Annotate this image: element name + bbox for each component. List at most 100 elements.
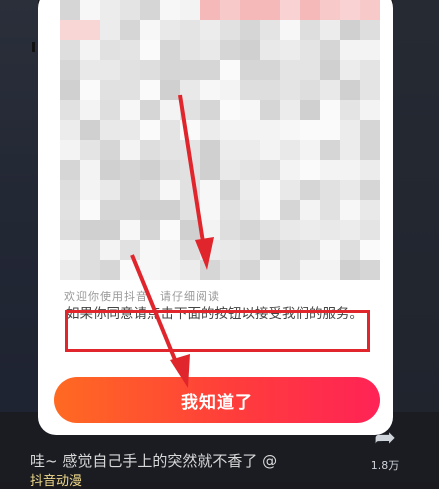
mosaic-tile	[80, 100, 100, 120]
mosaic-tile	[260, 120, 280, 140]
mosaic-tile	[180, 100, 200, 120]
mosaic-tile	[200, 240, 220, 260]
mosaic-tile	[220, 200, 240, 220]
mosaic-tile	[160, 80, 180, 100]
mosaic-tile	[300, 160, 320, 180]
mosaic-tile	[100, 120, 120, 140]
mosaic-tile	[100, 140, 120, 160]
mosaic-tile	[180, 120, 200, 140]
mosaic-tile	[80, 260, 100, 280]
mosaic-tile	[60, 20, 80, 40]
mosaic-tile	[280, 120, 300, 140]
mosaic-tile	[140, 220, 160, 240]
mosaic-tile	[260, 100, 280, 120]
mosaic-tile	[120, 20, 140, 40]
mosaic-tile	[320, 240, 340, 260]
mosaic-tile	[180, 20, 200, 40]
mosaic-tile	[220, 120, 240, 140]
mosaic-tile	[320, 120, 340, 140]
mosaic-tile	[260, 40, 280, 60]
video-caption: 哇~ 感觉自己手上的突然就不香了 @	[30, 452, 278, 470]
mosaic-tile	[260, 260, 280, 280]
mosaic-tile	[120, 0, 140, 20]
mosaic-tile	[360, 140, 380, 160]
mosaic-tile	[200, 60, 220, 80]
mosaic-tile	[160, 40, 180, 60]
mosaic-tile	[340, 260, 360, 280]
mosaic-tile	[140, 120, 160, 140]
mosaic-tile	[100, 260, 120, 280]
consent-text: 如果你同意请点击下面的按钮以接受我们的服务。	[66, 306, 363, 322]
mosaic-tile	[220, 160, 240, 180]
mosaic-tile	[260, 80, 280, 100]
mosaic-tile	[140, 0, 160, 20]
mosaic-tile	[280, 80, 300, 100]
mosaic-tile	[320, 80, 340, 100]
mosaic-tile	[160, 240, 180, 260]
mosaic-tile	[80, 120, 100, 140]
mosaic-tile	[240, 240, 260, 260]
mosaic-tile	[240, 140, 260, 160]
mosaic-tile	[300, 200, 320, 220]
mosaic-tile	[220, 140, 240, 160]
mosaic-tile	[240, 220, 260, 240]
mosaic-tile	[340, 180, 360, 200]
mosaic-tile	[160, 20, 180, 40]
share-button[interactable]: ➦ 1.8万	[365, 425, 405, 473]
mosaic-tile	[160, 140, 180, 160]
mosaic-tile	[60, 260, 80, 280]
mosaic-tile	[320, 60, 340, 80]
mosaic-tile	[300, 80, 320, 100]
mosaic-tile	[360, 100, 380, 120]
mosaic-tile	[360, 200, 380, 220]
mosaic-tile	[60, 0, 80, 20]
i-know-button[interactable]: 我知道了	[54, 377, 380, 423]
mosaic-tile	[200, 160, 220, 180]
mosaic-tile	[200, 40, 220, 60]
mosaic-tile	[160, 0, 180, 20]
mosaic-tile	[160, 160, 180, 180]
mosaic-tile	[180, 80, 200, 100]
mosaic-tile	[200, 260, 220, 280]
mosaic-tile	[180, 40, 200, 60]
mosaic-tile	[360, 160, 380, 180]
mosaic-tile	[120, 40, 140, 60]
pixelated-policy-content	[60, 0, 380, 290]
mosaic-tile	[280, 60, 300, 80]
mosaic-tile	[260, 200, 280, 220]
mosaic-tile	[60, 140, 80, 160]
mosaic-tile	[100, 220, 120, 240]
mosaic-tile	[300, 180, 320, 200]
mosaic-tile	[320, 160, 340, 180]
mosaic-tile	[360, 260, 380, 280]
mosaic-tile	[60, 120, 80, 140]
mosaic-tile	[220, 260, 240, 280]
mosaic-tile	[360, 20, 380, 40]
video-author[interactable]: 抖音动漫	[30, 470, 82, 489]
mosaic-tile	[320, 260, 340, 280]
mosaic-tile	[240, 40, 260, 60]
mosaic-tile	[100, 160, 120, 180]
mosaic-tile	[60, 160, 80, 180]
mosaic-tile	[240, 60, 260, 80]
mosaic-tile	[180, 220, 200, 240]
share-count: 1.8万	[370, 459, 400, 472]
mosaic-tile	[80, 200, 100, 220]
mosaic-tile	[260, 140, 280, 160]
mosaic-tile	[180, 160, 200, 180]
mosaic-tile	[60, 240, 80, 260]
mosaic-tile	[360, 80, 380, 100]
mosaic-tile	[260, 180, 280, 200]
mosaic-tile	[360, 120, 380, 140]
mosaic-tile	[100, 40, 120, 60]
mosaic-tile	[240, 20, 260, 40]
mosaic-tile	[100, 80, 120, 100]
mosaic-tile	[60, 200, 80, 220]
mosaic-tile	[300, 240, 320, 260]
mosaic-tile	[200, 140, 220, 160]
mosaic-tile	[320, 0, 340, 20]
mosaic-tile	[140, 100, 160, 120]
mosaic-tile	[80, 180, 100, 200]
mosaic-tile	[200, 20, 220, 40]
mosaic-tile	[300, 0, 320, 20]
